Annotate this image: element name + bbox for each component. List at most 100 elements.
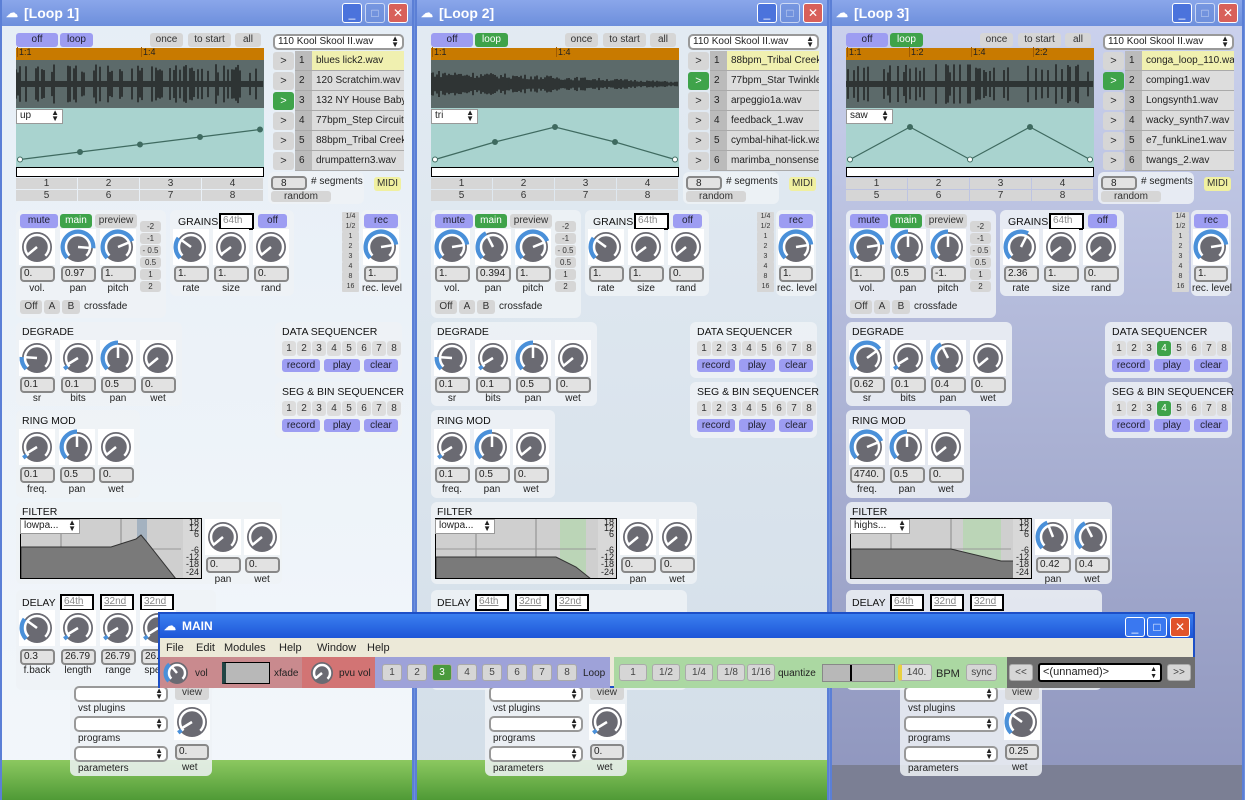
file-name[interactable]: 77bpm_Star Twinkle	[727, 71, 819, 91]
sequencer-step[interactable]: 2	[712, 401, 726, 416]
semitone-button[interactable]: 1	[140, 269, 161, 280]
sequencer-step[interactable]: 5	[342, 401, 356, 416]
waveform-display[interactable]	[15, 60, 264, 108]
main-knob[interactable]	[515, 229, 551, 265]
waveform-display[interactable]	[430, 60, 679, 108]
delay-value[interactable]: 26.79	[101, 649, 136, 665]
record-button[interactable]: record	[697, 419, 735, 432]
record-button[interactable]: record	[282, 419, 320, 432]
rec-level-knob[interactable]	[1193, 229, 1229, 265]
ringmod-knob[interactable]	[59, 429, 95, 465]
preview-button[interactable]: preview	[95, 214, 137, 228]
main-value[interactable]: 0.	[20, 266, 55, 282]
delay-knob[interactable]	[100, 610, 136, 646]
filter-type-select[interactable]: lowpa... ▲ ▼	[20, 519, 80, 534]
degrade-value[interactable]: 0.1	[435, 377, 470, 393]
file-select[interactable]: 110 Kool Skool II.wav ▲ ▼	[688, 34, 819, 50]
degrade-knob[interactable]	[890, 340, 926, 376]
delay-division-input[interactable]: 32nd	[555, 594, 589, 611]
ringmod-value[interactable]: 0.1	[20, 467, 55, 483]
record-button[interactable]: record	[282, 359, 320, 372]
semitone-button[interactable]: -1	[140, 233, 161, 244]
loop-select-button[interactable]: 1	[382, 664, 402, 681]
vst-plugins-select[interactable]: ▲ ▼	[904, 686, 998, 702]
crossfade-a-button[interactable]: A	[459, 300, 475, 314]
segments-input[interactable]: 8	[686, 176, 722, 190]
segment-button[interactable]: 6	[493, 190, 554, 201]
crossfade-b-button[interactable]: B	[892, 300, 910, 314]
sequencer-step[interactable]: 5	[1172, 401, 1186, 416]
sequencer-step[interactable]: 3	[312, 341, 326, 356]
loop-select-button[interactable]: 3	[432, 664, 452, 681]
segment-button[interactable]: 5	[846, 190, 907, 201]
ringmod-knob[interactable]	[19, 429, 55, 465]
semitone-button[interactable]: - 0.5	[140, 245, 161, 256]
file-name[interactable]: twangs_2.wav	[1142, 151, 1234, 171]
position-bar[interactable]	[846, 167, 1094, 177]
vst-parameters-select[interactable]: ▲ ▼	[904, 746, 998, 762]
segment-button[interactable]: 4	[617, 178, 678, 189]
mute-button[interactable]: mute	[20, 214, 58, 228]
file-name[interactable]: conga_loop_110.wav	[1142, 51, 1234, 71]
quantize-button[interactable]: 1/16	[747, 664, 775, 681]
sequencer-step[interactable]: 7	[372, 401, 386, 416]
rec-button[interactable]: rec	[779, 214, 813, 228]
play-file-button[interactable]: >	[273, 152, 294, 170]
vst-programs-select[interactable]: ▲ ▼	[74, 716, 168, 732]
to-start-button[interactable]: to start	[1018, 33, 1061, 47]
grain-value[interactable]: 1.	[214, 266, 249, 282]
play-file-button[interactable]: >	[688, 92, 709, 110]
semitone-button[interactable]: - 0.5	[970, 245, 991, 256]
sequencer-step[interactable]: 6	[1187, 341, 1201, 356]
ringmod-value[interactable]: 0.5	[60, 467, 95, 483]
sequencer-step[interactable]: 8	[387, 401, 401, 416]
sequencer-step[interactable]: 4	[742, 341, 756, 356]
sequencer-step[interactable]: 3	[727, 401, 741, 416]
crossfade-off-button[interactable]: Off	[20, 300, 42, 314]
grain-knob[interactable]	[628, 229, 664, 265]
ringmod-knob[interactable]	[513, 429, 549, 465]
play-file-button[interactable]: >	[688, 72, 709, 90]
rate-division-button[interactable]: 1/2	[757, 222, 774, 232]
play-file-button[interactable]: >	[1103, 92, 1124, 110]
grain-knob[interactable]	[1003, 229, 1039, 265]
rate-division-button[interactable]: 1/4	[1172, 212, 1189, 222]
filter-type-select[interactable]: highs... ▲ ▼	[850, 519, 910, 534]
record-button[interactable]: record	[697, 359, 735, 372]
rec-button[interactable]: rec	[364, 214, 398, 228]
segment-button[interactable]: 8	[1032, 190, 1093, 201]
random-button[interactable]: random	[686, 191, 746, 202]
xfade-slider[interactable]	[222, 662, 270, 684]
degrade-value[interactable]: 0.	[141, 377, 176, 393]
degrade-knob[interactable]	[555, 340, 591, 376]
ringmod-knob[interactable]	[98, 429, 134, 465]
semitone-button[interactable]: 2	[140, 281, 161, 292]
play-file-button[interactable]: >	[273, 92, 294, 110]
sequencer-step[interactable]: 2	[712, 341, 726, 356]
sequencer-step[interactable]: 3	[1142, 401, 1156, 416]
next-preset-button[interactable]: >>	[1167, 664, 1191, 681]
delay-division-input[interactable]: 64th	[60, 594, 94, 611]
sequencer-step[interactable]: 2	[297, 401, 311, 416]
play-file-button[interactable]: >	[273, 112, 294, 130]
sync-button[interactable]: sync	[966, 664, 997, 681]
record-button[interactable]: record	[1112, 419, 1150, 432]
vst-parameters-select[interactable]: ▲ ▼	[74, 746, 168, 762]
semitone-button[interactable]: 0.5	[140, 257, 161, 268]
clear-button[interactable]: clear	[779, 419, 813, 432]
pvu-vol-knob[interactable]	[308, 659, 336, 690]
sequencer-step[interactable]: 7	[787, 401, 801, 416]
menu-edit[interactable]: Edit	[196, 642, 215, 654]
rec-button[interactable]: rec	[1194, 214, 1228, 228]
degrade-value[interactable]: 0.5	[516, 377, 551, 393]
loop-button[interactable]: loop	[60, 33, 93, 47]
rate-division-button[interactable]: 16	[1172, 282, 1189, 292]
menu-help[interactable]: Help	[367, 642, 390, 654]
maximize-button[interactable]: □	[1195, 3, 1215, 23]
filter-value[interactable]: 0.4	[1075, 557, 1110, 573]
crossfade-off-button[interactable]: Off	[435, 300, 457, 314]
file-select[interactable]: 110 Kool Skool II.wav ▲ ▼	[1103, 34, 1234, 50]
semitone-button[interactable]: 0.5	[555, 257, 576, 268]
rate-division-button[interactable]: 2	[1172, 242, 1189, 252]
rec-level-value[interactable]: 1.	[779, 266, 813, 282]
